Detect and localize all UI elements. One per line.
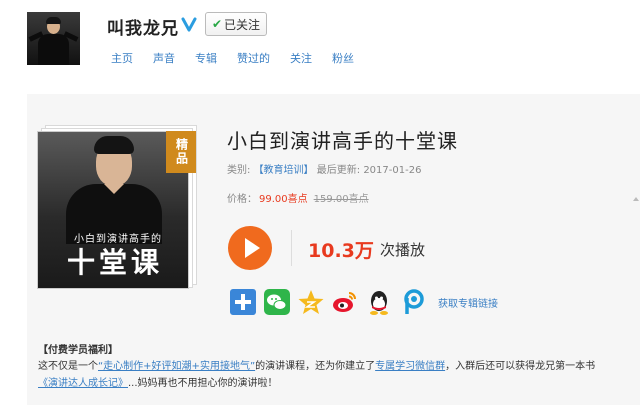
username[interactable]: 叫我龙兄 — [107, 14, 179, 39]
price-row: 价格： 99.00喜点 159.00喜点 — [227, 190, 369, 205]
category-link[interactable]: 【教育培训】 — [254, 165, 314, 176]
weibo-icon[interactable] — [331, 288, 359, 316]
desc-text-1: 这不仅是一个 — [38, 361, 98, 372]
play-count-label: 次播放 — [380, 241, 426, 259]
qzone-star-icon[interactable] — [297, 288, 325, 316]
nav-fans[interactable]: 粉丝 — [332, 50, 354, 66]
desc-highlight-1: “走心制作+好评如潮+实用接地气” — [98, 361, 256, 372]
play-count: 10.3万 — [308, 240, 374, 262]
profile-nav: 主页 声音 专辑 赞过的 关注 粉丝 — [111, 50, 374, 66]
original-price: 159.00喜点 — [313, 194, 369, 205]
cover-title: 十堂课 — [66, 246, 163, 279]
updated-date: 2017-01-26 — [363, 165, 422, 176]
benefits-title: 【付费学员福利】 — [38, 345, 118, 356]
nav-following[interactable]: 关注 — [290, 50, 312, 66]
desc-text-3: ，入群后还可以获得龙兄第一本书 — [445, 361, 596, 372]
follow-button[interactable]: ✔ 已关注 — [205, 12, 267, 36]
qq-icon[interactable] — [365, 288, 393, 316]
book-link[interactable]: 《演讲达人成长记》 — [38, 378, 128, 389]
nav-home[interactable]: 主页 — [111, 50, 133, 66]
add-icon[interactable] — [229, 288, 257, 316]
price: 99.00喜点 — [259, 194, 308, 205]
price-label: 价格： — [227, 194, 257, 205]
updated-label: 最后更新: — [316, 165, 361, 176]
verified-icon — [181, 17, 197, 32]
scroll-up-icon[interactable] — [632, 194, 640, 204]
p-share-icon[interactable] — [399, 288, 427, 316]
premium-badge: 精品 — [166, 131, 196, 173]
desc-text-2: 的演讲课程，还为你建立了 — [255, 361, 376, 372]
desc-text-4: ...妈妈再也不用担心你的演讲啦！ — [128, 378, 278, 389]
nav-sounds[interactable]: 声音 — [153, 50, 175, 66]
benefits-description: 这不仅是一个“走心制作+好评如潮+实用接地气”的演讲课程，还为你建立了专属学习微… — [38, 358, 628, 392]
album-meta: 类别: 【教育培训】 最后更新: 2017-01-26 — [227, 161, 421, 176]
cover-subtitle: 小白到演讲高手的 — [74, 234, 162, 245]
play-button[interactable] — [228, 226, 272, 270]
category-label: 类别: — [227, 165, 251, 176]
profile-header: 叫我龙兄 ✔ 已关注 主页 声音 专辑 赞过的 关注 粉丝 — [0, 0, 640, 82]
nav-albums[interactable]: 专辑 — [195, 50, 217, 66]
premium-badge-text: 精品 — [174, 138, 189, 166]
nav-liked[interactable]: 赞过的 — [237, 50, 270, 66]
share-row — [229, 288, 427, 316]
wechat-icon[interactable] — [263, 288, 291, 316]
get-album-link[interactable]: 获取专辑链接 — [438, 295, 498, 310]
check-icon: ✔ — [211, 17, 223, 31]
avatar[interactable] — [27, 12, 80, 65]
album-title: 小白到演讲高手的十堂课 — [227, 129, 458, 153]
wechat-group-link[interactable]: 专属学习微信群 — [375, 361, 445, 372]
follow-label: 已关注 — [224, 17, 261, 32]
divider — [291, 230, 292, 266]
